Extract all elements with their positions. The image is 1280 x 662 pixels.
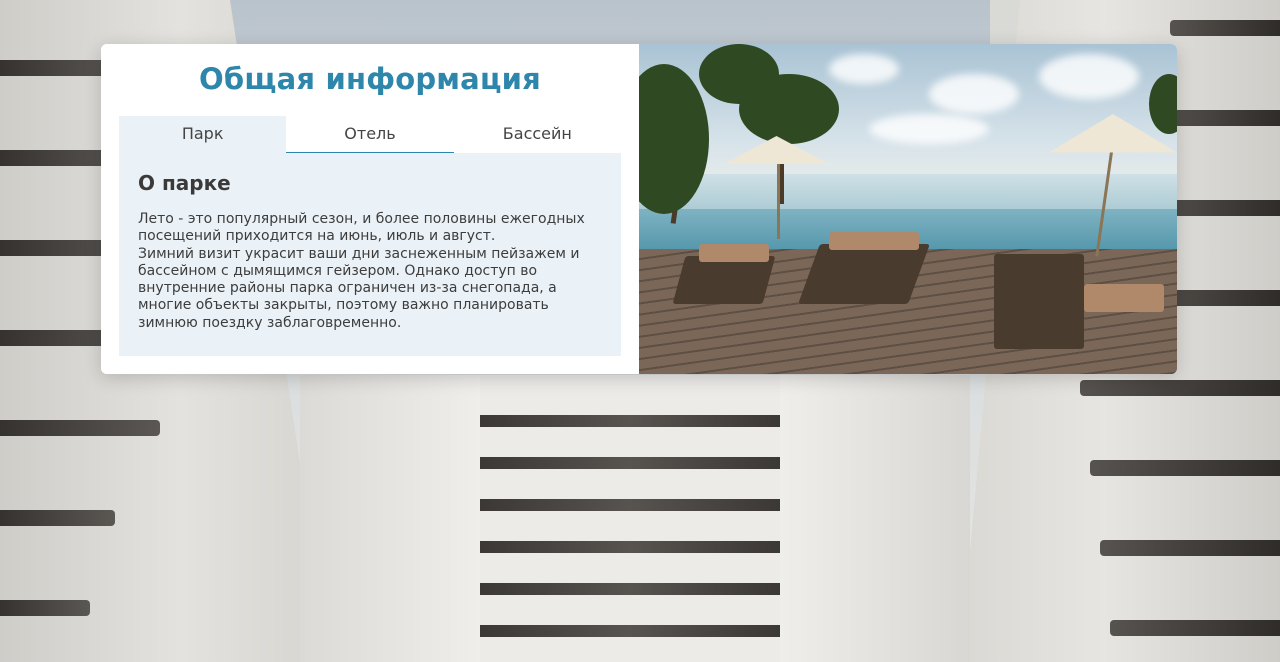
tab-pool[interactable]: Бассейн [453, 116, 621, 153]
middle-left-wall [300, 375, 490, 662]
panel-text: Лето - это популярный сезон, и более пол… [138, 211, 585, 331]
tab-park[interactable]: Парк [119, 116, 287, 153]
tab-hotel[interactable]: Отель [286, 116, 454, 153]
tab-bar: Парк Отель Бассейн [119, 116, 621, 153]
pool-photo [639, 44, 1177, 374]
info-section: Общая информация Парк Отель Бассейн О па… [101, 44, 639, 374]
sea [639, 174, 1177, 214]
panel-heading: О парке [138, 171, 231, 195]
info-card: Общая информация Парк Отель Бассейн О па… [101, 44, 1177, 374]
center-tower [480, 375, 780, 662]
middle-right-wall [770, 375, 970, 662]
section-title: Общая информация [199, 62, 541, 96]
tab-panel: О парке Лето - это популярный сезон, и б… [119, 153, 621, 356]
